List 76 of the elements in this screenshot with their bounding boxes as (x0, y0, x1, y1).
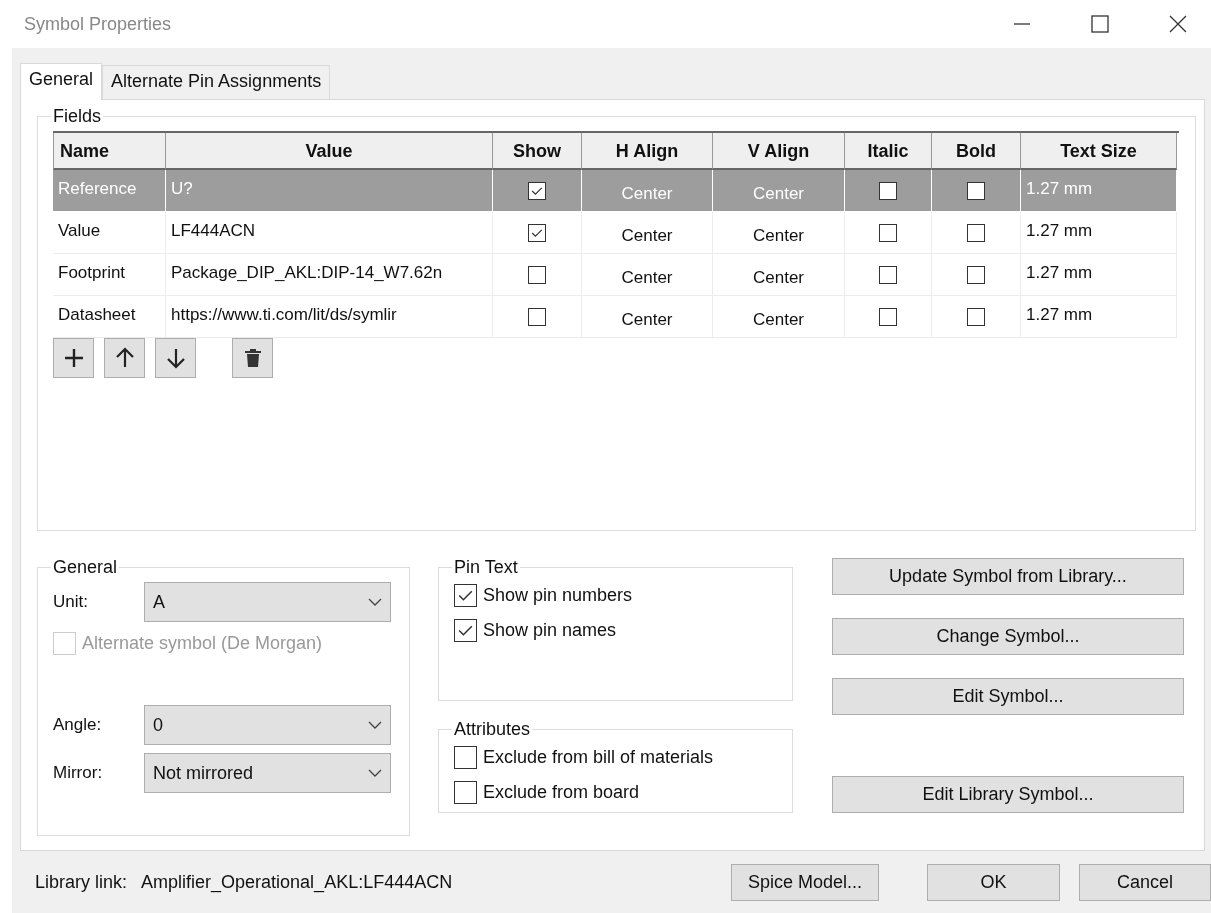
checkbox[interactable] (528, 307, 546, 326)
library-link-value: Amplifier_Operational_AKL:LF444ACN (141, 871, 453, 893)
move-down-button[interactable] (155, 338, 196, 378)
column-header[interactable]: V Align (713, 133, 845, 170)
checkbox[interactable]: Show pin numbers (454, 578, 778, 613)
checkbox[interactable] (879, 307, 897, 326)
table-cell: Center (582, 170, 713, 212)
close-icon[interactable] (1169, 15, 1187, 33)
table-cell: Value (53, 212, 166, 254)
checkbox[interactable] (967, 223, 985, 242)
dialog-button[interactable]: Spice Model... (731, 863, 879, 901)
column-header[interactable]: Italic (845, 133, 932, 170)
group-label: Fields (52, 106, 102, 127)
table-cell: Center (713, 254, 845, 296)
table-cell: LF444ACN (166, 212, 493, 254)
checkbox[interactable] (528, 223, 546, 242)
column-header[interactable]: Name (53, 133, 166, 170)
table-row[interactable]: Footprint Package_DIP_AKL:DIP-14_W7.62n Center Center 1.27 mm (53, 254, 1179, 296)
table-cell: Center (713, 170, 845, 212)
library-link-label: Library link: (35, 871, 128, 893)
checkbox[interactable] (967, 307, 985, 326)
field-label: Unit: (53, 592, 89, 612)
dialog-button[interactable]: Cancel (1079, 863, 1211, 901)
table-cell: Center (582, 212, 713, 254)
chevron-down-icon (368, 721, 382, 729)
table-cell: Center (713, 212, 845, 254)
action-button[interactable]: Update Symbol from Library... (832, 558, 1184, 595)
group-label: General (52, 557, 119, 578)
add-button[interactable] (53, 338, 94, 378)
action-button[interactable]: Change Symbol... (832, 618, 1184, 655)
checkbox[interactable]: Exclude from bill of materials (454, 740, 778, 775)
checkbox[interactable] (967, 265, 985, 284)
checkbox[interactable]: Exclude from board (454, 775, 778, 810)
table-cell: U? (166, 170, 493, 212)
tab[interactable]: General (20, 63, 103, 100)
action-button[interactable]: Edit Library Symbol... (832, 776, 1184, 813)
group-label: Pin Text (453, 557, 519, 578)
table-cell: Reference (53, 170, 166, 212)
column-header[interactable]: Bold (932, 133, 1021, 170)
group-label: Attributes (453, 719, 532, 740)
column-header[interactable]: H Align (582, 133, 713, 170)
table-row[interactable]: Value LF444ACN Center Center 1.27 mm (53, 212, 1179, 254)
column-header[interactable]: Show (493, 133, 582, 170)
table-row[interactable]: Datasheet https://www.ti.com/lit/ds/symlir Center Center 1.27 mm (53, 296, 1179, 338)
table-cell: 1.27 mm (1021, 254, 1177, 296)
table-cell: Footprint (53, 254, 166, 296)
table-cell: 1.27 mm (1021, 212, 1177, 254)
window-title: Symbol Properties (24, 13, 172, 35)
angle-dropdown[interactable]: 0 (144, 705, 391, 745)
table-cell: Center (582, 254, 713, 296)
checkbox[interactable] (528, 181, 546, 200)
field-label: Mirror: (53, 763, 104, 783)
checkbox[interactable] (967, 181, 985, 200)
table-cell: 1.27 mm (1021, 296, 1177, 338)
maximize-icon[interactable] (1091, 15, 1109, 33)
chevron-down-icon (368, 598, 382, 606)
table-cell: Package_DIP_AKL:DIP-14_W7.62n (166, 254, 493, 296)
mirror-dropdown[interactable]: Not mirrored (144, 753, 391, 793)
tab[interactable]: Alternate Pin Assignments (102, 65, 331, 99)
column-header[interactable]: Value (166, 133, 493, 170)
column-header[interactable]: Text Size (1021, 133, 1177, 170)
checkbox[interactable] (528, 265, 546, 284)
action-button[interactable]: Edit Symbol... (832, 678, 1184, 715)
checkbox[interactable] (879, 265, 897, 284)
move-up-button[interactable] (104, 338, 145, 378)
field-label: Angle: (53, 715, 103, 735)
delete-button[interactable] (232, 338, 273, 378)
table-cell: Center (582, 296, 713, 338)
unit-dropdown[interactable]: A (144, 582, 391, 622)
chevron-down-icon (368, 769, 382, 777)
dialog-button[interactable]: OK (927, 863, 1060, 901)
checkbox[interactable] (879, 223, 897, 242)
table-cell: Center (713, 296, 845, 338)
checkbox[interactable]: Show pin names (454, 613, 778, 648)
table-cell: 1.27 mm (1021, 170, 1177, 212)
checkbox[interactable] (879, 181, 897, 200)
